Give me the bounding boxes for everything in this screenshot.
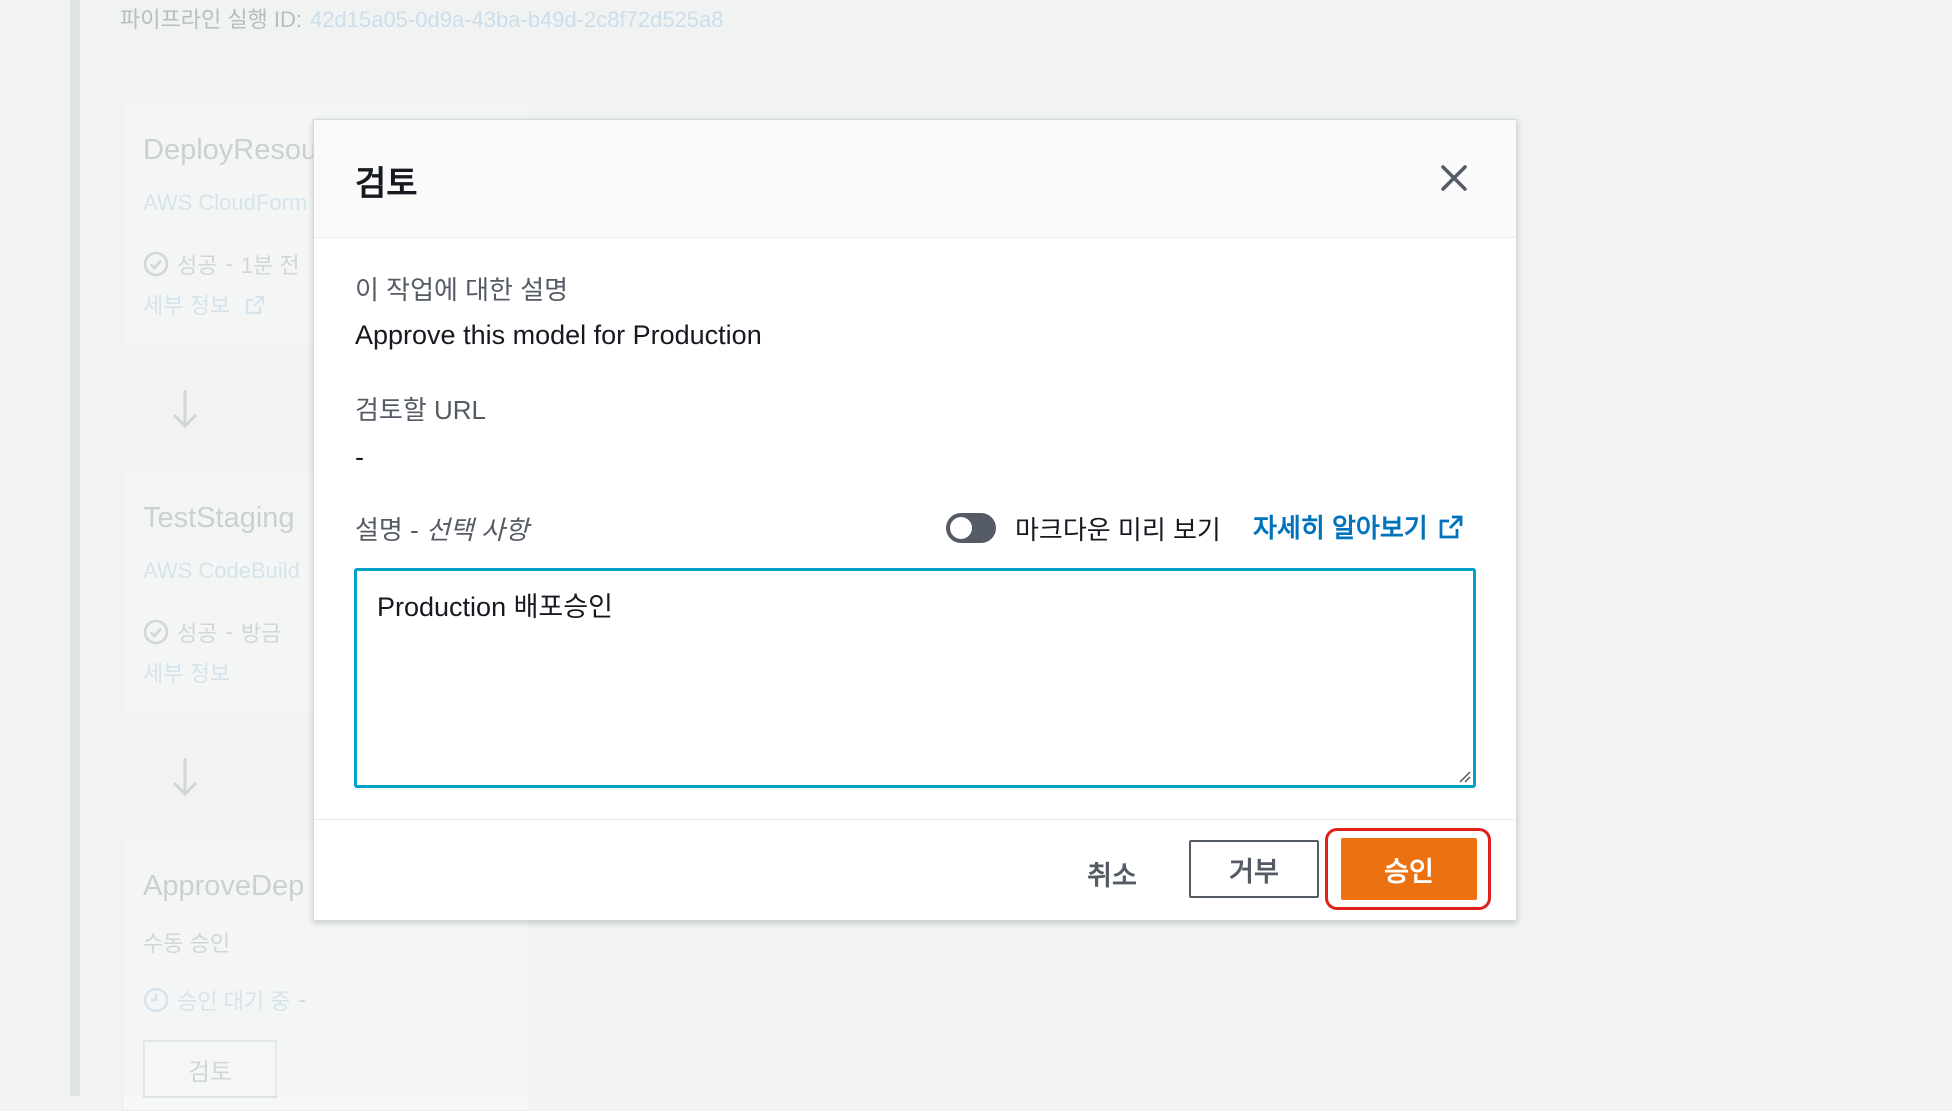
markdown-preview-label: 마크다운 미리 보기 xyxy=(1015,515,1221,545)
toggle-knob xyxy=(950,517,972,539)
modal-header: 검토 xyxy=(314,120,1516,238)
learn-more-link[interactable]: 자세히 알아보기 xyxy=(1253,508,1464,545)
review-modal: 검토 이 작업에 대한 설명 Approve this model for Pr… xyxy=(313,119,1517,921)
description-value: Approve this model for Production xyxy=(355,320,762,350)
resize-grip-icon[interactable] xyxy=(1455,767,1471,783)
comment-label: 설명 - 선택 사항 xyxy=(355,510,529,547)
description-label: 이 작업에 대한 설명 xyxy=(355,275,569,305)
markdown-preview-toggle[interactable] xyxy=(946,513,996,543)
url-value: - xyxy=(355,442,364,472)
modal-footer: 취소 거부 승인 xyxy=(314,819,1516,921)
learn-more-label: 자세히 알아보기 xyxy=(1253,513,1428,543)
comment-text: Production 배포승인 xyxy=(377,592,613,622)
reject-button[interactable]: 거부 xyxy=(1189,840,1319,898)
comment-label-text: 설명 - xyxy=(355,515,426,545)
url-label: 검토할 URL xyxy=(355,395,486,425)
modal-title: 검토 xyxy=(355,165,418,203)
comment-textarea[interactable]: Production 배포승인 xyxy=(354,568,1476,788)
close-icon[interactable] xyxy=(1434,158,1474,198)
optional-tag: 선택 사항 xyxy=(425,515,529,545)
external-link-icon xyxy=(1439,515,1463,538)
approve-button[interactable]: 승인 xyxy=(1341,838,1477,900)
cancel-button[interactable]: 취소 xyxy=(1052,846,1172,900)
